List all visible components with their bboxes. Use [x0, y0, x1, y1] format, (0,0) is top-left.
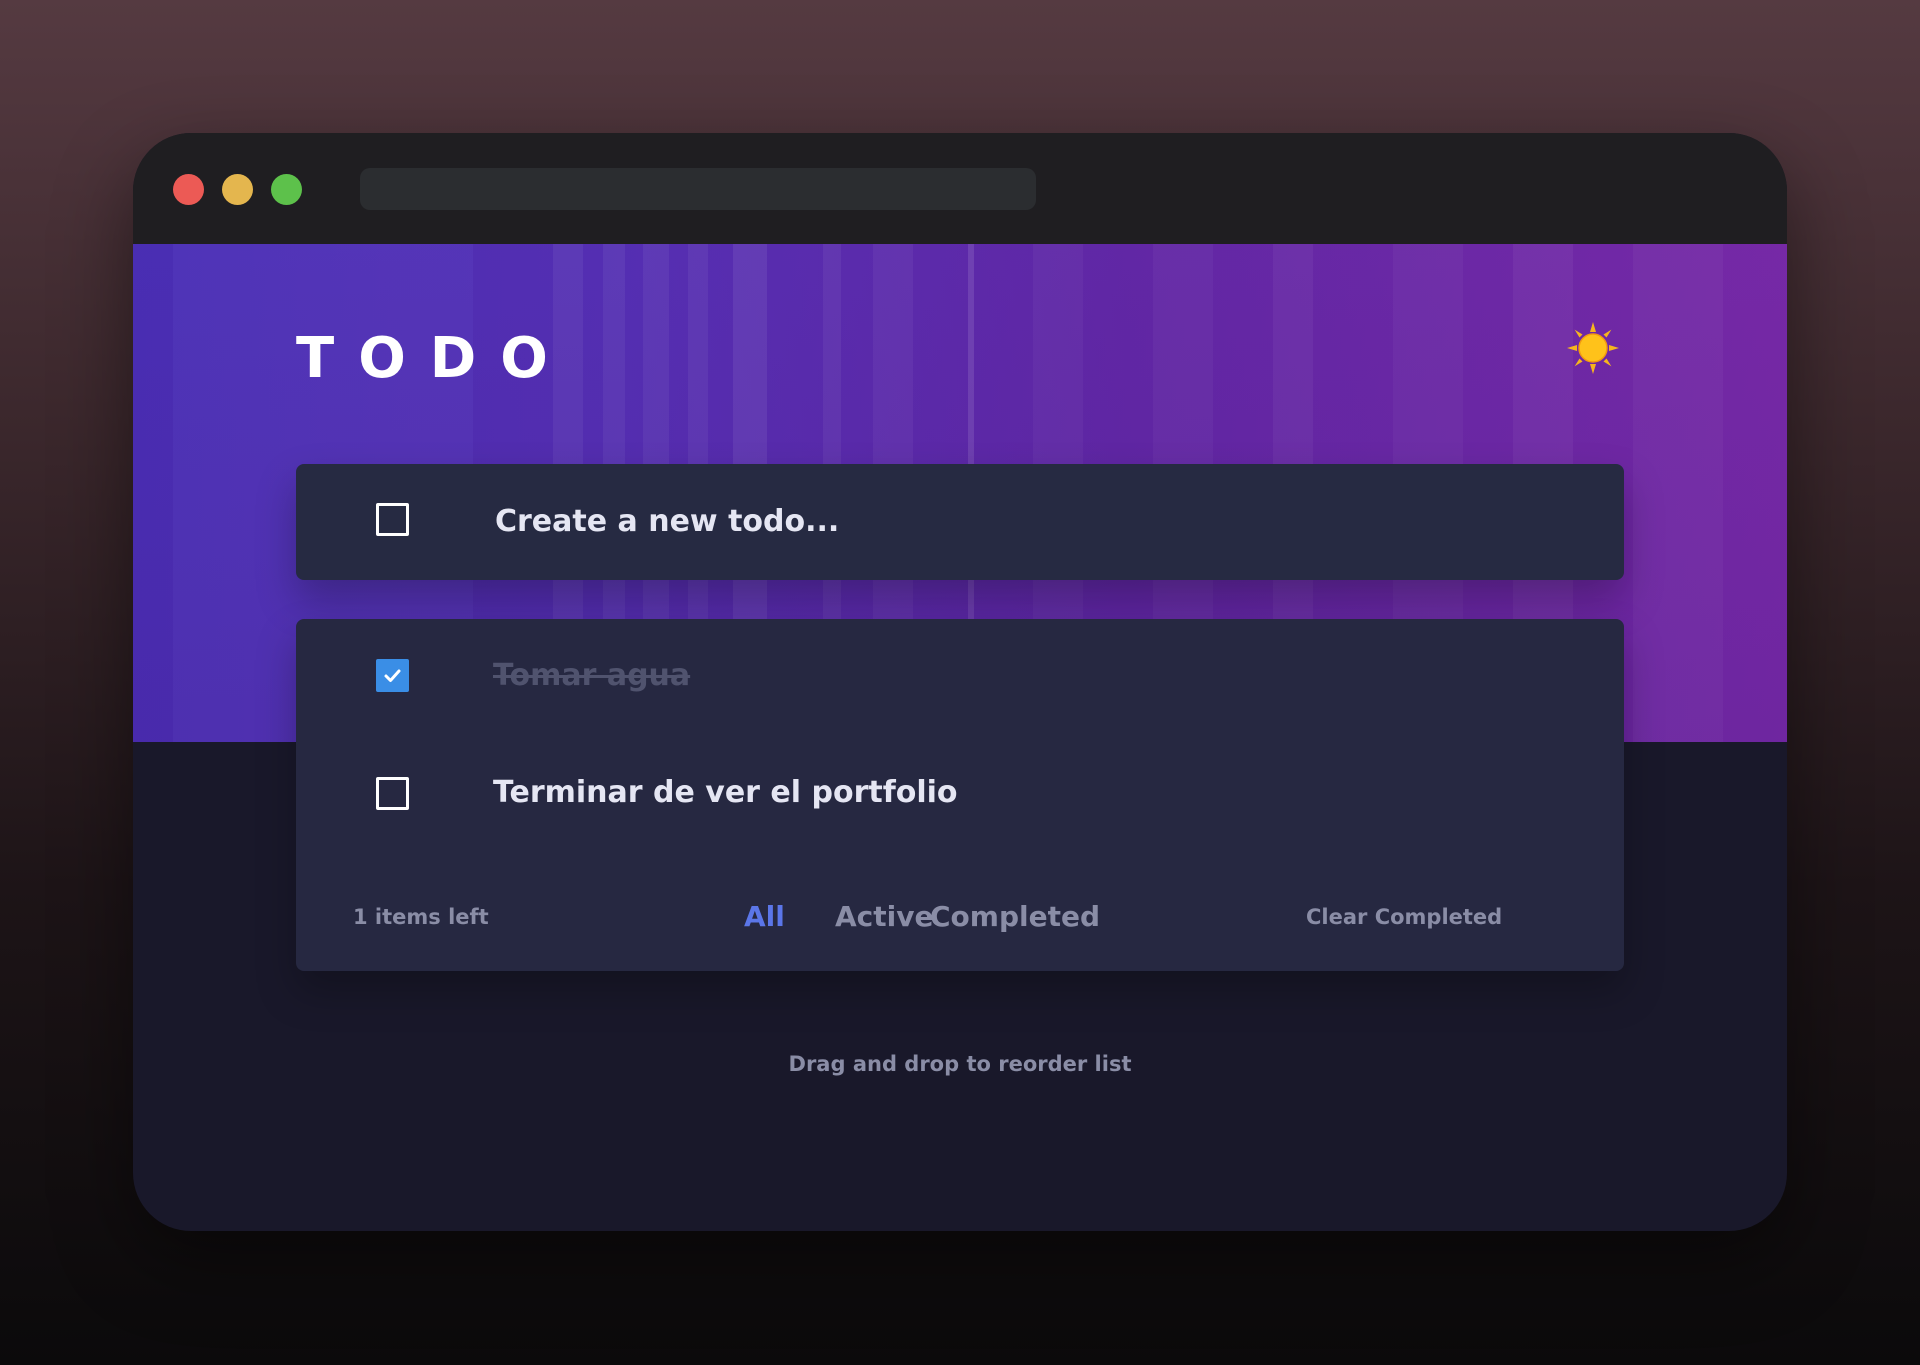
- reorder-hint: Drag and drop to reorder list: [788, 1052, 1132, 1076]
- close-window-button[interactable]: [173, 174, 204, 205]
- todo-text: Tomar agua: [493, 658, 691, 693]
- check-icon: [384, 669, 401, 682]
- items-left-count: 1 items left: [353, 905, 489, 929]
- sun-icon: [1567, 322, 1619, 374]
- new-todo-card: [296, 464, 1624, 580]
- new-todo-input[interactable]: [493, 498, 1577, 544]
- address-bar[interactable]: [360, 168, 1036, 210]
- filter-all[interactable]: All: [744, 903, 785, 931]
- minimize-window-button[interactable]: [222, 174, 253, 205]
- maximize-window-button[interactable]: [271, 174, 302, 205]
- new-todo-checkbox[interactable]: [376, 503, 409, 536]
- browser-window: TODO Tom: [133, 133, 1787, 1231]
- app-title: TODO: [296, 326, 572, 391]
- theme-toggle-button[interactable]: [1565, 320, 1621, 376]
- title-bar: [133, 133, 1787, 244]
- filter-completed[interactable]: Completed: [930, 903, 1100, 931]
- todo-checkbox-checked[interactable]: [376, 659, 409, 692]
- filter-active[interactable]: Active: [835, 903, 934, 931]
- todo-checkbox[interactable]: [376, 777, 409, 810]
- todo-text: Terminar de ver el portfolio: [493, 775, 958, 810]
- clear-completed-button[interactable]: Clear Completed: [1306, 907, 1502, 928]
- todo-list-card: Tomar agua Terminar de ver el portfolio …: [296, 619, 1624, 971]
